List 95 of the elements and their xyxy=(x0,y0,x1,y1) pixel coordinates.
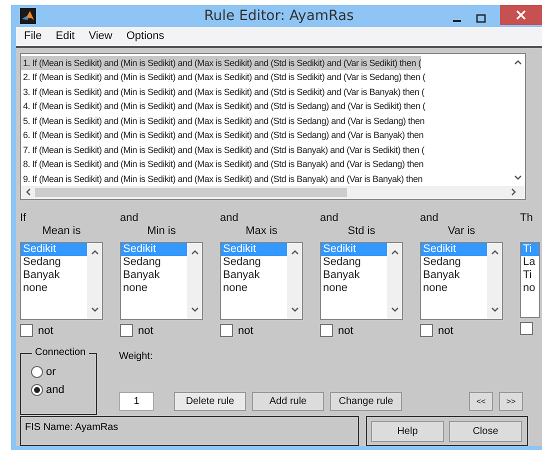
term-list[interactable]: Ti La Ti no xyxy=(520,242,540,318)
rule-item[interactable]: 5. If (Mean is Sedikit) and (Min is Sedikit) and (Max is Sedikit) and (Std is Sedang) and (Var is Sedang) then xyxy=(21,114,425,128)
rule-list[interactable] xyxy=(20,52,526,200)
term-item[interactable]: Sedang xyxy=(121,256,187,269)
not-label: not xyxy=(38,324,54,336)
connector-label: and xyxy=(220,212,240,224)
radio-button[interactable] xyxy=(31,366,43,378)
rule-button[interactable]: Change rule xyxy=(330,392,402,411)
term-item[interactable]: Banyak xyxy=(421,269,487,282)
term-item[interactable]: Sedang xyxy=(321,256,387,269)
connector-label: Th xyxy=(520,212,534,224)
rule-item[interactable]: 1. If (Mean is Sedikit) and (Min is Sedikit) and (Max is Sedikit) and (Std is Sedikit) and (Var is Sedikit) then ( xyxy=(21,56,421,70)
term-item[interactable]: none xyxy=(221,282,287,295)
term-item[interactable]: Ti xyxy=(521,269,539,282)
weight-field[interactable]: 1 xyxy=(119,392,154,411)
weight-label: Weight: xyxy=(119,351,154,362)
rule-button[interactable]: Delete rule xyxy=(174,392,246,411)
maximize-icon[interactable] xyxy=(476,14,486,24)
connector-label: and xyxy=(320,212,340,224)
not-checkbox[interactable] xyxy=(420,324,433,337)
app-logo-icon xyxy=(20,8,36,24)
term-list[interactable]: Sedikit Sedang Banyak none xyxy=(20,242,103,320)
variable-label: Var is xyxy=(446,225,476,239)
close-button[interactable] xyxy=(500,5,542,25)
menu-item[interactable]: Edit xyxy=(56,30,75,42)
scroll-right-icon[interactable] xyxy=(511,188,517,196)
footer-button[interactable]: Help xyxy=(371,420,444,442)
term-list[interactable]: Sedikit Sedang Banyak none xyxy=(220,242,303,320)
not-label: not xyxy=(338,324,354,336)
not-checkbox[interactable] xyxy=(120,324,133,337)
rule-item[interactable]: 7. If (Mean is Sedikit) and (Min is Sedikit) and (Max is Sedikit) and (Std is Banyak) and (Var is Sedikit) then ( xyxy=(21,142,424,157)
term-item[interactable]: Banyak xyxy=(321,269,387,282)
connector-label: If xyxy=(20,212,28,224)
scroll-up-icon[interactable] xyxy=(390,249,398,255)
not-label: not xyxy=(238,324,254,336)
menu-item[interactable]: File xyxy=(24,30,42,42)
term-item[interactable]: none xyxy=(421,282,487,295)
scroll-left-icon[interactable] xyxy=(25,188,31,196)
scroll-up-icon[interactable] xyxy=(90,249,98,255)
window-title: Rule Editor: AyamRas xyxy=(203,8,355,24)
term-item[interactable]: Banyak xyxy=(21,269,87,282)
term-item[interactable]: Banyak xyxy=(221,269,287,282)
term-item[interactable]: none xyxy=(121,282,187,295)
scroll-up-icon[interactable] xyxy=(290,249,298,255)
nav-button[interactable]: << xyxy=(469,392,493,411)
rule-item[interactable]: 6. If (Mean is Sedikit) and (Min is Sedikit) and (Max is Sedikit) and (Std is Sedang) and (Var is Banyak) then xyxy=(21,128,424,142)
not-checkbox[interactable] xyxy=(520,322,533,335)
variable-label: Min is xyxy=(146,225,177,239)
rule-item[interactable]: 4. If (Mean is Sedikit) and (Min is Sedikit) and (Max is Sedikit) and (Std is Sedang) and (Var is Sedikit) then ( xyxy=(21,99,426,114)
term-item[interactable]: none xyxy=(21,282,87,295)
term-item[interactable]: Sedang xyxy=(221,256,287,269)
scroll-up-icon[interactable] xyxy=(490,249,498,255)
scroll-down-icon[interactable] xyxy=(514,175,522,181)
menu-item[interactable]: View xyxy=(88,30,112,42)
radio-label: or xyxy=(46,366,56,378)
rule-button[interactable]: Add rule xyxy=(252,392,324,411)
scroll-down-icon[interactable] xyxy=(90,307,98,313)
term-list[interactable]: Sedikit Sedang Banyak none xyxy=(320,242,403,320)
rule-item[interactable]: 3. If (Mean is Sedikit) and (Min is Sedikit) and (Max is Sedikit) and (Std is Sedikit) and (Var is Banyak) then ( xyxy=(21,84,424,99)
not-checkbox[interactable] xyxy=(220,324,233,337)
term-item[interactable]: Sedang xyxy=(421,256,487,269)
nav-button[interactable]: >> xyxy=(499,392,523,411)
not-label: not xyxy=(138,324,154,336)
variable-label: Mean is xyxy=(41,225,82,239)
term-item[interactable]: none xyxy=(321,282,387,295)
connector-label: and xyxy=(120,212,140,224)
rule-item[interactable]: 9. If (Mean is Sedikit) and (Min is Sedikit) and (Max is Sedikit) and (Std is Banyak) and (Var is Banyak) then xyxy=(21,172,423,186)
not-label: not xyxy=(438,324,454,336)
menu-item[interactable]: Options xyxy=(126,30,164,42)
group-title: Connection xyxy=(32,347,89,358)
connector-label: and xyxy=(420,212,440,224)
term-item[interactable]: La xyxy=(521,256,539,269)
variable-label: Max is xyxy=(244,225,278,239)
rule-item[interactable]: 2. If (Mean is Sedikit) and (Min is Sedikit) and (Max is Sedikit) and (Std is Sedikit) and (Var is Sedang) then ( xyxy=(21,70,426,84)
term-item[interactable]: no xyxy=(521,282,539,295)
rule-item[interactable]: 8. If (Mean is Sedikit) and (Min is Sedikit) and (Max is Sedikit) and (Std is Banyak) and (Var is Sedang) then xyxy=(21,157,424,172)
fis-name: FIS Name: AyamRas xyxy=(25,422,118,433)
scroll-down-icon[interactable] xyxy=(190,307,198,313)
term-list[interactable]: Sedikit Sedang Banyak none xyxy=(420,242,503,320)
not-checkbox[interactable] xyxy=(20,324,33,337)
footer-button[interactable]: Close xyxy=(449,420,522,442)
scroll-up-icon[interactable] xyxy=(514,58,522,64)
close-icon xyxy=(516,10,526,20)
term-list[interactable]: Sedikit Sedang Banyak none xyxy=(120,242,203,320)
term-item[interactable]: Banyak xyxy=(121,269,187,282)
radio-label: and xyxy=(46,384,64,396)
scroll-down-icon[interactable] xyxy=(390,307,398,313)
scroll-up-icon[interactable] xyxy=(190,249,198,255)
term-item[interactable]: Sedang xyxy=(21,256,87,269)
not-checkbox[interactable] xyxy=(320,324,333,337)
variable-label: Std is xyxy=(346,225,376,239)
horizontal-scrollbar[interactable] xyxy=(21,186,525,199)
scroll-down-icon[interactable] xyxy=(290,307,298,313)
radio-button[interactable] xyxy=(31,384,43,396)
scroll-down-icon[interactable] xyxy=(490,307,498,313)
